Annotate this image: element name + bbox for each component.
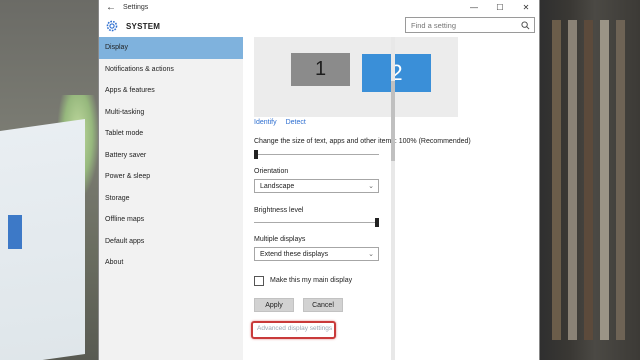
sidebar-item-tablet-mode[interactable]: Tablet mode — [99, 123, 243, 145]
search-icon[interactable] — [521, 21, 530, 30]
scale-label: Change the size of text, apps and other … — [254, 138, 471, 145]
brightness-slider-thumb[interactable] — [375, 218, 379, 227]
sidebar-item-storage[interactable]: Storage — [99, 188, 243, 210]
cancel-button[interactable]: Cancel — [303, 298, 343, 312]
scale-slider[interactable] — [254, 154, 379, 155]
orientation-label: Orientation — [254, 168, 289, 175]
scrollbar-thumb[interactable] — [391, 81, 395, 161]
window-title: Settings — [123, 4, 149, 11]
identify-link[interactable]: Identify — [254, 119, 277, 126]
search-input[interactable] — [411, 20, 523, 30]
sidebar-item-display[interactable]: Display — [99, 37, 243, 59]
monitor-2[interactable]: 2 — [362, 54, 431, 92]
sidebar-item-apps[interactable]: Apps & features — [99, 80, 243, 102]
sidebar: Display Notifications & actions Apps & f… — [99, 37, 243, 360]
sidebar-item-default-apps[interactable]: Default apps — [99, 231, 243, 253]
brightness-slider[interactable] — [254, 222, 379, 223]
apply-button[interactable]: Apply — [254, 298, 294, 312]
book-spine — [552, 20, 561, 340]
search-box[interactable] — [405, 17, 535, 33]
settings-header: SYSTEM — [99, 15, 539, 37]
main-display-label: Make this my main display — [270, 277, 353, 284]
sidebar-item-power-sleep[interactable]: Power & sleep — [99, 166, 243, 188]
chevron-down-icon: ⌄ — [368, 251, 374, 258]
brightness-label: Brightness level — [254, 207, 304, 214]
chevron-down-icon: ⌄ — [368, 183, 374, 190]
monitor-arrangement: 1 2 — [254, 37, 458, 117]
main-display-checkbox[interactable] — [254, 276, 264, 286]
book-spine — [584, 20, 593, 340]
settings-window: ← Settings — ☐ ✕ SYSTEM Display Notifica… — [98, 0, 540, 360]
multiple-displays-dropdown[interactable]: Extend these displays ⌄ — [254, 247, 379, 261]
section-title: SYSTEM — [126, 21, 161, 31]
highlight-box: Advanced display settings — [251, 321, 336, 339]
sidebar-item-multitasking[interactable]: Multi-tasking — [99, 102, 243, 124]
detect-link[interactable]: Detect — [286, 119, 306, 126]
gear-icon — [106, 20, 118, 32]
sidebar-item-battery-saver[interactable]: Battery saver — [99, 145, 243, 167]
maximize-button[interactable]: ☐ — [487, 3, 513, 12]
book-spine — [600, 20, 609, 340]
orientation-value: Landscape — [260, 182, 295, 190]
multiple-displays-value: Extend these displays — [260, 250, 329, 258]
minimize-button[interactable]: — — [461, 3, 487, 12]
sidebar-item-notifications[interactable]: Notifications & actions — [99, 59, 243, 81]
monitor-links: Identify Detect — [254, 119, 306, 126]
background-paper-mark — [8, 215, 22, 249]
scrollbar[interactable] — [391, 37, 395, 360]
monitor-1[interactable]: 1 — [291, 53, 350, 86]
sidebar-item-about[interactable]: About — [99, 252, 243, 274]
book-spine — [616, 20, 625, 340]
multiple-displays-label: Multiple displays — [254, 236, 306, 243]
close-button[interactable]: ✕ — [513, 3, 539, 12]
orientation-dropdown[interactable]: Landscape ⌄ — [254, 179, 379, 193]
back-arrow-icon[interactable]: ← — [99, 2, 123, 13]
scale-slider-thumb[interactable] — [254, 150, 258, 159]
sidebar-item-offline-maps[interactable]: Offline maps — [99, 209, 243, 231]
background-bookshelf — [540, 0, 640, 360]
book-spine — [568, 20, 577, 340]
title-bar: ← Settings — ☐ ✕ — [99, 0, 539, 15]
advanced-display-settings-link[interactable]: Advanced display settings — [257, 325, 332, 332]
